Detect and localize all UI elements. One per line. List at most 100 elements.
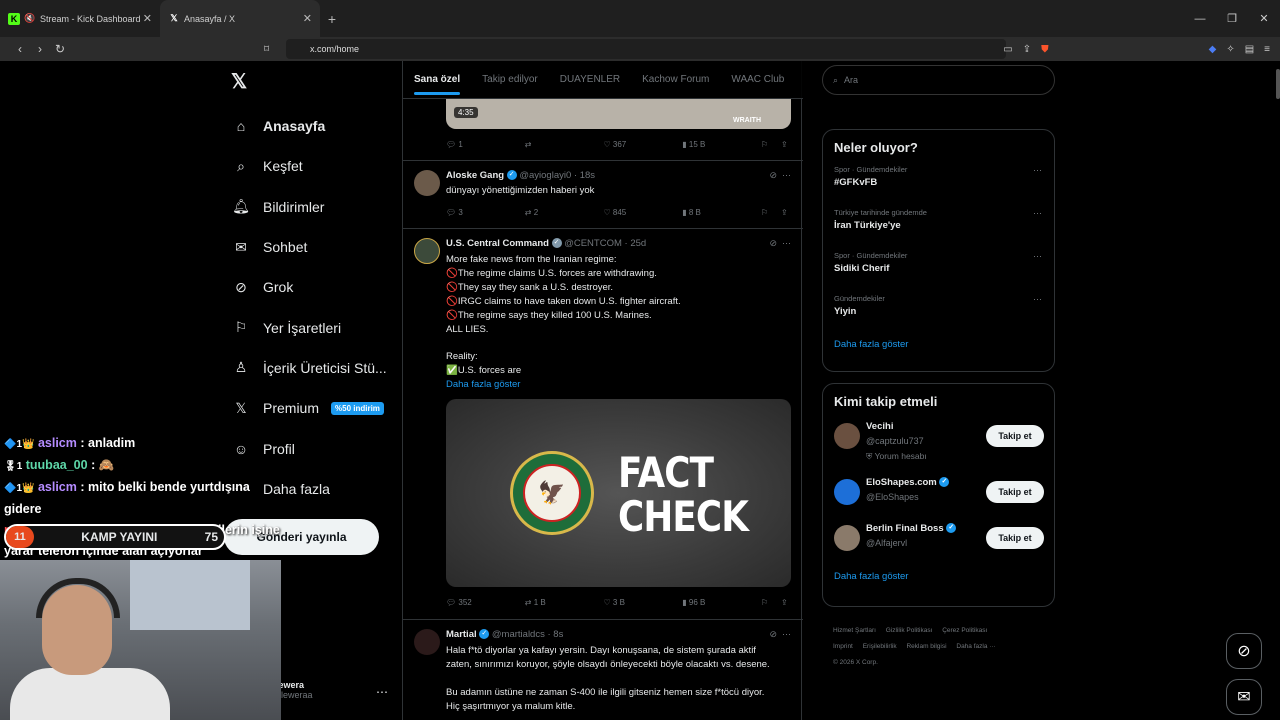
sidebar-item-chat[interactable]: ✉ Sohbet xyxy=(232,227,387,267)
new-tab-button[interactable]: + xyxy=(320,11,344,27)
share-icon[interactable]: ⇪ xyxy=(781,140,791,149)
tweet-time[interactable]: 8s xyxy=(553,629,563,640)
follow-suggestion[interactable]: Vecihi @captzulu737 ⛨ Yorum hesabı Takip… xyxy=(823,417,1054,473)
author-name[interactable]: U.S. Central Command xyxy=(446,238,549,249)
sidebar-item-creator-studio[interactable]: ♙ İçerik Üreticisi Stü... xyxy=(232,348,387,388)
share-icon[interactable]: ⇪ xyxy=(781,208,791,217)
mail-icon[interactable]: ✉ xyxy=(1226,679,1262,715)
sidebar-item-premium[interactable]: 𝕏 Premium %50 indirim xyxy=(232,388,387,428)
more-icon[interactable]: ⋯ xyxy=(376,685,388,699)
author-name[interactable]: Aloske Gang xyxy=(446,170,504,181)
browser-tab-kick[interactable]: K 🔇 Stream - Kick Dashboard ✕ xyxy=(0,0,160,37)
repost-button[interactable]: ⇄ 1 B xyxy=(525,598,604,607)
show-more-link[interactable]: Daha fazla göster xyxy=(446,378,796,392)
tweet-image[interactable]: 🦅 FACT CHECK xyxy=(446,399,791,587)
brave-shield-icon[interactable]: ⛊ xyxy=(1041,44,1049,55)
avatar[interactable] xyxy=(414,238,440,264)
minimize-icon[interactable]: — xyxy=(1184,13,1216,25)
bookmark-icon[interactable]: ⚐ xyxy=(761,598,781,607)
sidebar-item-grok[interactable]: ⊘ Grok xyxy=(232,267,387,307)
avatar[interactable] xyxy=(834,423,860,449)
account-switcher[interactable]: lewera eleweraa xyxy=(276,680,313,700)
tab-following[interactable]: Takip edilyor xyxy=(471,74,549,85)
more-icon[interactable]: ⋯ xyxy=(1033,208,1042,219)
grok-icon[interactable]: ⊘ ⋯ xyxy=(769,629,791,640)
grok-icon[interactable]: ⊘ ⋯ xyxy=(769,238,791,249)
bookmark-page-icon[interactable]: ⌑ xyxy=(264,44,269,55)
close-window-icon[interactable]: ✕ xyxy=(1248,12,1280,25)
footer-link[interactable]: Reklam bilgisi xyxy=(906,643,946,650)
repost-button[interactable]: ⇄ xyxy=(525,140,604,149)
back-icon[interactable]: ‹ xyxy=(10,42,30,56)
tweet[interactable]: Aloske Gang ✓ @ayioglayi0 · 18s ⊘ ⋯ düny… xyxy=(403,160,803,228)
like-button[interactable]: ♡ 845 xyxy=(604,208,683,217)
more-icon[interactable]: ⋯ xyxy=(1033,251,1042,262)
bookmark-icon[interactable]: ⚐ xyxy=(761,140,781,149)
reload-icon[interactable]: ↻ xyxy=(50,42,70,56)
grok-icon[interactable]: ⊘ xyxy=(1226,633,1262,669)
forward-icon[interactable]: › xyxy=(30,42,50,56)
follow-suggestion[interactable]: EloShapes.com ✓ @EloShapes Takip et xyxy=(823,473,1054,519)
video-thumbnail[interactable]: 4:35 WRAITH xyxy=(446,99,791,129)
cast-icon[interactable]: ▭ xyxy=(1003,44,1012,55)
search-input[interactable]: ⌕ Ara xyxy=(822,65,1055,95)
suggestion-name[interactable]: Vecihi xyxy=(866,421,893,432)
views-button[interactable]: ▮ 15 B xyxy=(682,140,761,149)
tab-duayenler[interactable]: DUAYENLER xyxy=(549,74,631,85)
author-handle[interactable]: @martialdcs xyxy=(492,629,545,640)
views-button[interactable]: ▮ 8 B xyxy=(682,208,761,217)
follow-button[interactable]: Takip et xyxy=(986,425,1044,447)
browser-tab-x[interactable]: 𝕏 Anasayfa / X ✕ xyxy=(160,0,320,37)
sidebar-item-bookmarks[interactable]: ⚐ Yer İşaretleri xyxy=(232,307,387,347)
author-handle[interactable]: @ayioglayi0 xyxy=(519,170,571,181)
tweet-time[interactable]: 18s xyxy=(580,170,595,181)
tab-waac-club[interactable]: WAAC Club xyxy=(720,74,795,85)
more-icon[interactable]: ⋯ xyxy=(1033,165,1042,176)
speaker-icon[interactable]: 🔇 xyxy=(24,13,36,25)
x-logo-icon[interactable]: 𝕏 xyxy=(231,69,247,94)
avatar[interactable] xyxy=(834,525,860,551)
sidebar-item-explore[interactable]: ⌕ Keşfet xyxy=(232,146,387,186)
close-tab-icon[interactable]: ✕ xyxy=(143,12,152,25)
more-icon[interactable]: ⋯ xyxy=(1033,294,1042,305)
avatar[interactable] xyxy=(414,629,440,655)
suggestion-name[interactable]: EloShapes.com ✓ xyxy=(866,477,950,488)
sidebar-item-home[interactable]: ⌂ Anasayfa xyxy=(232,106,387,146)
address-bar[interactable]: x.com/home xyxy=(286,39,1006,59)
show-more-link[interactable]: Daha fazla göster xyxy=(823,565,1054,588)
footer-link[interactable]: Hizmet Şartları xyxy=(833,627,876,634)
footer-link[interactable]: Daha fazla ··· xyxy=(956,643,995,650)
tweet[interactable]: Martial ✓ @martialdcs · 8s ⊘ ⋯ Hala f*tö… xyxy=(403,619,803,720)
share-icon[interactable]: ⇪ xyxy=(1023,44,1031,55)
avatar[interactable] xyxy=(834,479,860,505)
menu-icon[interactable]: ≡ xyxy=(1264,44,1270,55)
footer-link[interactable]: Çerez Politikası xyxy=(942,627,987,634)
trend-item[interactable]: Türkiye tarihinde gündemde İran Türkiye'y… xyxy=(823,204,1054,247)
scrollbar[interactable] xyxy=(1276,69,1280,99)
reply-button[interactable]: 💬︎ 1 xyxy=(446,140,525,149)
trend-item[interactable]: Spor · Gündemdekiler #GFKvFB ⋯ xyxy=(823,161,1054,204)
views-button[interactable]: ▮ 96 B xyxy=(682,598,761,607)
like-button[interactable]: ♡ 3 B xyxy=(604,598,683,607)
reply-button[interactable]: 💬︎ 352 xyxy=(446,598,525,607)
reply-button[interactable]: 💬︎ 3 xyxy=(446,208,525,217)
repost-button[interactable]: ⇄ 2 xyxy=(525,208,604,217)
bookmark-icon[interactable]: ⚐ xyxy=(761,208,781,217)
trend-item[interactable]: Gündemdekiler Yiyin ⋯ xyxy=(823,290,1054,333)
close-tab-icon[interactable]: ✕ xyxy=(303,12,312,25)
grok-icon[interactable]: ⊘ ⋯ xyxy=(769,170,791,181)
follow-button[interactable]: Takip et xyxy=(986,527,1044,549)
sidebar-item-notifications[interactable]: 🔔︎ Bildirimler xyxy=(232,187,387,227)
tweet-time[interactable]: 25d xyxy=(630,238,646,249)
footer-link[interactable]: Gizlilik Politikası xyxy=(886,627,933,634)
share-icon[interactable]: ⇪ xyxy=(781,598,791,607)
restore-icon[interactable]: ❐ xyxy=(1216,12,1248,25)
trend-item[interactable]: Spor · Gündemdekiler Sidiki Cherif ⋯ xyxy=(823,247,1054,290)
follow-button[interactable]: Takip et xyxy=(986,481,1044,503)
sidebar-toggle-icon[interactable]: ▤ xyxy=(1245,44,1254,55)
show-more-link[interactable]: Daha fazla göster xyxy=(823,333,1054,356)
tab-kachow-forum[interactable]: Kachow Forum xyxy=(631,74,720,85)
author-handle[interactable]: @CENTCOM xyxy=(564,238,622,249)
avatar[interactable] xyxy=(414,170,440,196)
tab-for-you[interactable]: Sana özel xyxy=(403,74,471,95)
